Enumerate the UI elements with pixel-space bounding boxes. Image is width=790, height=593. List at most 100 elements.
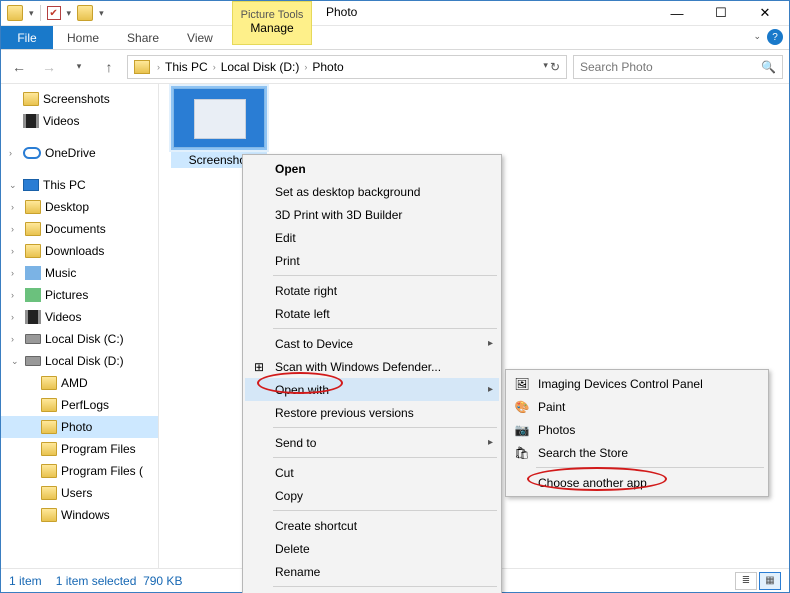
nav-item[interactable]: ›Videos xyxy=(1,306,158,328)
menu-item[interactable]: Send to▸ xyxy=(245,431,499,454)
contextual-tab-title: Picture Tools xyxy=(241,9,304,21)
menu-item[interactable]: 🛍Search the Store xyxy=(508,441,766,464)
menu-item[interactable]: 🎨Paint xyxy=(508,395,766,418)
close-button[interactable]: ✕ xyxy=(743,1,787,25)
menu-separator xyxy=(273,275,497,276)
ribbon-tabs: File Home Share View ⌄ ? xyxy=(1,26,789,50)
menu-item[interactable]: Delete xyxy=(245,537,499,560)
nav-item[interactable]: Photo xyxy=(1,416,158,438)
menu-separator xyxy=(273,427,497,428)
nav-item[interactable]: ›Pictures xyxy=(1,284,158,306)
nav-item[interactable]: Program Files xyxy=(1,438,158,460)
title-bar: ▾ ✔ ▾ ▾ — ☐ ✕ xyxy=(1,1,789,26)
nav-item[interactable]: Users xyxy=(1,482,158,504)
nav-item[interactable]: ⌄Local Disk (D:) xyxy=(1,350,158,372)
menu-item[interactable]: Rename xyxy=(245,560,499,583)
window-controls: — ☐ ✕ xyxy=(655,1,787,25)
breadcrumb[interactable]: Local Disk (D:) xyxy=(219,60,302,74)
tab-share[interactable]: Share xyxy=(113,26,173,49)
navigation-bar: ← → ▾ ↑ › This PC › Local Disk (D:) › Ph… xyxy=(1,50,789,84)
music-icon xyxy=(25,266,41,280)
qat-dropdown-icon[interactable]: ▾ xyxy=(29,8,34,19)
search-icon: 🔍 xyxy=(761,60,776,74)
history-dropdown-icon[interactable]: ▾ xyxy=(67,55,91,79)
app-icon[interactable] xyxy=(7,5,23,21)
nav-item[interactable]: Windows xyxy=(1,504,158,526)
nav-item[interactable]: AMD xyxy=(1,372,158,394)
nav-item[interactable]: ›Documents xyxy=(1,218,158,240)
file-tab[interactable]: File xyxy=(1,26,53,49)
menu-item[interactable]: Cut xyxy=(245,461,499,484)
menu-item[interactable]: Restore previous versions xyxy=(245,401,499,424)
menu-item[interactable]: 🖼Imaging Devices Control Panel xyxy=(508,372,766,395)
tab-view[interactable]: View xyxy=(173,26,227,49)
menu-item[interactable]: Create shortcut xyxy=(245,514,499,537)
nav-item[interactable]: ›Desktop xyxy=(1,196,158,218)
minimize-button[interactable]: — xyxy=(655,1,699,25)
menu-item-icon: 🛍 xyxy=(514,445,530,461)
context-menu: OpenSet as desktop background3D Print wi… xyxy=(242,154,502,593)
breadcrumb[interactable]: Photo xyxy=(310,60,345,74)
qat-customize-icon[interactable]: ▾ xyxy=(99,8,104,19)
nav-item[interactable]: ›Downloads xyxy=(1,240,158,262)
folder-icon xyxy=(41,508,57,522)
disk-icon xyxy=(25,334,41,344)
menu-item[interactable]: 3D Print with 3D Builder xyxy=(245,203,499,226)
nav-item[interactable]: PerfLogs xyxy=(1,394,158,416)
breadcrumb[interactable]: This PC xyxy=(163,60,210,74)
menu-item[interactable]: Cast to Device▸ xyxy=(245,332,499,355)
view-thumbnails-button[interactable]: ▦ xyxy=(759,572,781,590)
menu-item[interactable]: 📷Photos xyxy=(508,418,766,441)
nav-item[interactable]: ›Local Disk (C:) xyxy=(1,328,158,350)
menu-item[interactable]: Open xyxy=(245,157,499,180)
menu-separator xyxy=(273,457,497,458)
search-input[interactable]: Search Photo 🔍 xyxy=(573,55,783,79)
address-folder-icon xyxy=(134,60,150,74)
nav-onedrive[interactable]: ›OneDrive xyxy=(1,142,158,164)
menu-item[interactable]: Choose another app xyxy=(508,471,766,494)
folder-icon xyxy=(25,200,41,214)
nav-this-pc[interactable]: ⌄This PC xyxy=(1,174,158,196)
maximize-button[interactable]: ☐ xyxy=(699,1,743,25)
chevron-right-icon[interactable]: › xyxy=(154,62,163,72)
chevron-right-icon[interactable]: › xyxy=(210,62,219,72)
menu-item[interactable]: Copy xyxy=(245,484,499,507)
explorer-window: ▾ ✔ ▾ ▾ — ☐ ✕ Picture Tools Manage Photo… xyxy=(0,0,790,593)
menu-item[interactable]: Print xyxy=(245,249,499,272)
menu-separator xyxy=(273,586,497,587)
navigation-pane[interactable]: Screenshots Videos ›OneDrive ⌄This PC ›D… xyxy=(1,84,159,568)
folder-icon xyxy=(41,486,57,500)
address-dropdown-icon[interactable]: ▾ xyxy=(543,60,548,74)
address-bar[interactable]: › This PC › Local Disk (D:) › Photo ▾ ↻ xyxy=(127,55,567,79)
nav-item[interactable]: ›Music xyxy=(1,262,158,284)
back-button[interactable]: ← xyxy=(7,55,31,79)
up-button[interactable]: ↑ xyxy=(97,55,121,79)
folder-icon xyxy=(25,222,41,236)
pics-icon xyxy=(25,288,41,302)
menu-item[interactable]: Edit xyxy=(245,226,499,249)
menu-item[interactable]: Set as desktop background xyxy=(245,180,499,203)
status-selection: 1 item selected xyxy=(56,574,137,588)
menu-item[interactable]: Open with▸ xyxy=(245,378,499,401)
qat-newfolder-icon[interactable] xyxy=(77,5,93,21)
ribbon-expand-icon[interactable]: ⌄ xyxy=(753,31,761,42)
help-icon[interactable]: ? xyxy=(767,29,783,45)
forward-button[interactable]: → xyxy=(37,55,61,79)
menu-item[interactable]: Rotate right xyxy=(245,279,499,302)
qat-dropdown2-icon[interactable]: ▾ xyxy=(67,8,72,19)
menu-item-icon: 📷 xyxy=(514,422,530,438)
chevron-right-icon: ▸ xyxy=(488,384,493,395)
chevron-right-icon[interactable]: › xyxy=(301,62,310,72)
menu-item[interactable]: ⊞Scan with Windows Defender... xyxy=(245,355,499,378)
refresh-icon[interactable]: ↻ xyxy=(550,60,560,74)
view-details-button[interactable]: ≣ xyxy=(735,572,757,590)
pc-icon xyxy=(23,179,39,191)
nav-item[interactable]: Screenshots xyxy=(1,88,158,110)
menu-item[interactable]: Rotate left xyxy=(245,302,499,325)
tab-home[interactable]: Home xyxy=(53,26,113,49)
cloud-icon xyxy=(23,147,41,159)
qat-properties-icon[interactable]: ✔ xyxy=(47,6,61,20)
nav-item[interactable]: Videos xyxy=(1,110,158,132)
quick-access-toolbar: ▾ ✔ ▾ ▾ xyxy=(3,5,104,21)
nav-item[interactable]: Program Files ( xyxy=(1,460,158,482)
